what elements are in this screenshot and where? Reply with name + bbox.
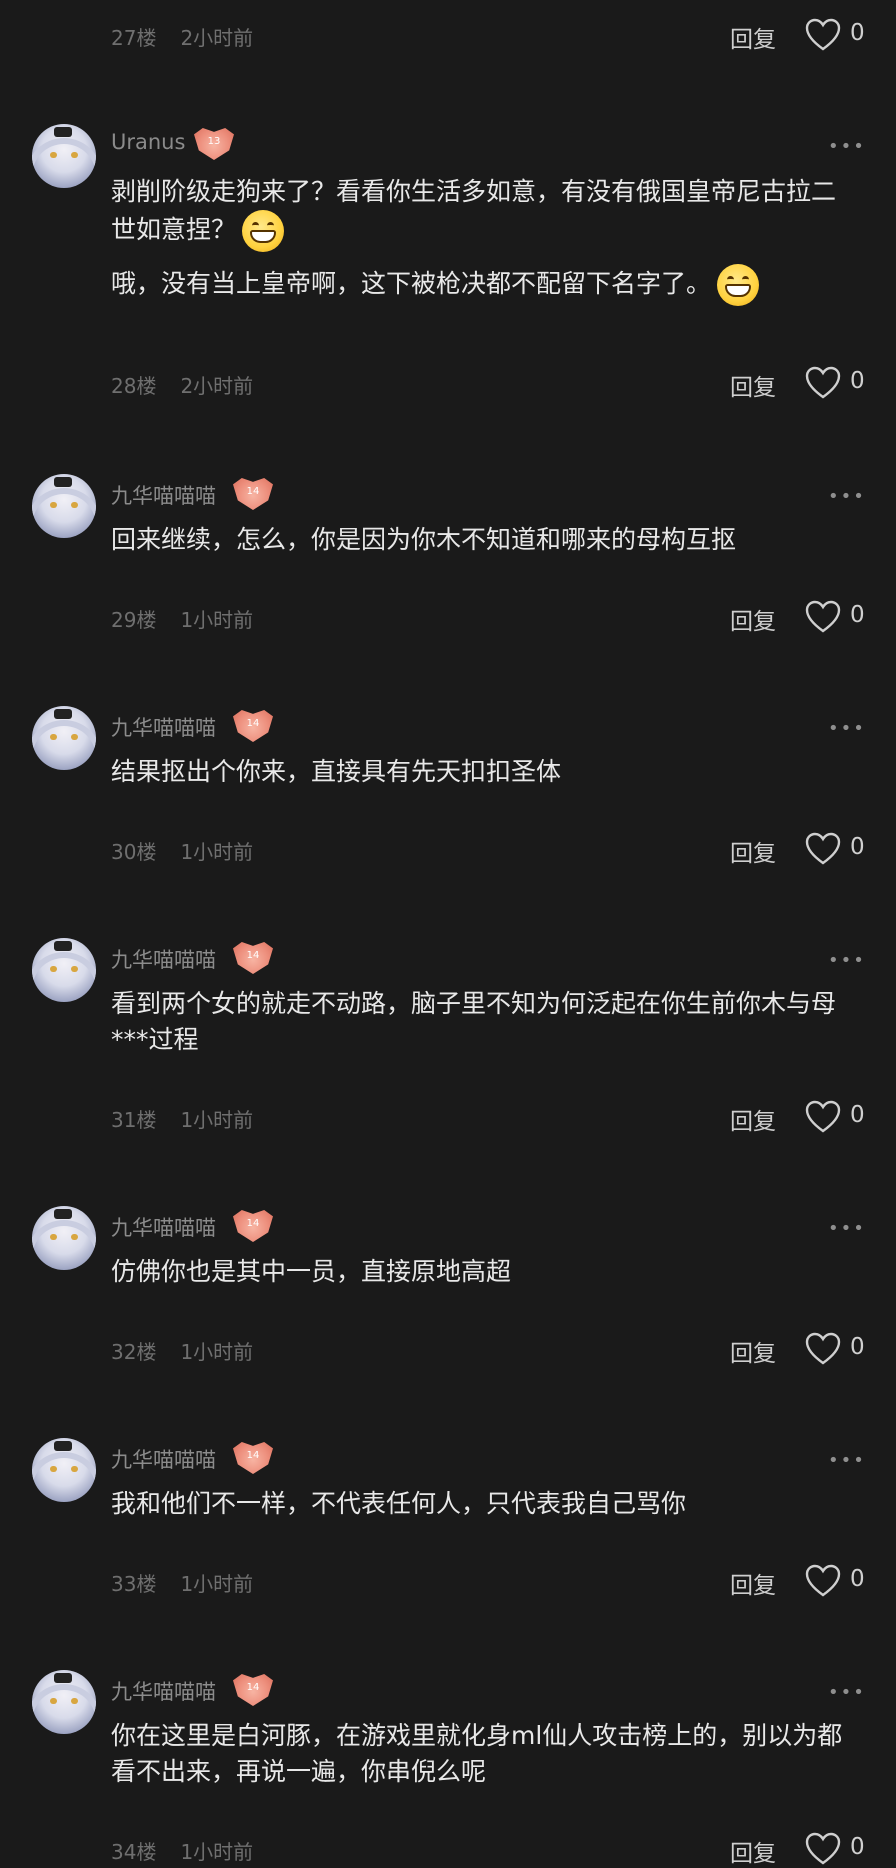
level-badge: 14 [233, 1210, 273, 1242]
comment-meta: 29楼 1小时前 [111, 604, 253, 633]
username[interactable]: 九华喵喵喵 [111, 480, 216, 510]
avatar[interactable] [32, 474, 96, 538]
reply-button[interactable]: 回复 [730, 1102, 776, 1136]
comment-meta: 31楼 1小时前 [111, 1104, 253, 1133]
timestamp: 1小时前 [180, 1840, 254, 1864]
timestamp: 1小时前 [180, 840, 254, 864]
more-options-icon[interactable]: ••• [828, 1218, 866, 1239]
level-badge: 14 [233, 478, 273, 510]
username[interactable]: Uranus [111, 130, 185, 154]
heart-icon[interactable] [805, 18, 841, 52]
level-badge: 14 [233, 710, 273, 742]
reply-button[interactable]: 回复 [730, 20, 776, 54]
floor-number: 28楼 [111, 374, 157, 398]
like-count: 0 [850, 834, 865, 860]
username[interactable]: 九华喵喵喵 [111, 712, 216, 742]
username[interactable]: 九华喵喵喵 [111, 1212, 216, 1242]
reply-button[interactable]: 回复 [730, 368, 776, 402]
more-options-icon[interactable]: ••• [828, 1450, 866, 1471]
username[interactable]: 九华喵喵喵 [111, 1444, 216, 1474]
comment-text: 仿佛你也是其中一员，直接原地高超 [111, 1257, 512, 1286]
heart-icon[interactable] [805, 1100, 841, 1134]
timestamp: 1小时前 [180, 608, 254, 632]
comment-meta: 33楼 1小时前 [111, 1568, 253, 1597]
avatar[interactable] [32, 1438, 96, 1502]
level-badge: 14 [233, 1674, 273, 1706]
avatar[interactable] [32, 706, 96, 770]
timestamp: 1小时前 [180, 1572, 254, 1596]
heart-icon[interactable] [805, 600, 841, 634]
more-options-icon[interactable]: ••• [828, 718, 866, 739]
like-count: 0 [850, 1834, 865, 1860]
avatar[interactable] [32, 1206, 96, 1270]
comment-text: 你在这里是白河豚，在游戏里就化身ml仙人攻击榜上的，别以为都看不出来，再说一遍，… [111, 1721, 843, 1786]
avatar[interactable] [32, 1670, 96, 1734]
heart-icon[interactable] [805, 832, 841, 866]
heart-icon[interactable] [805, 1832, 841, 1866]
timestamp: 2小时前 [180, 26, 254, 50]
level-badge: 14 [233, 942, 273, 974]
timestamp: 1小时前 [180, 1340, 254, 1364]
floor-number: 32楼 [111, 1340, 157, 1364]
comment-meta: 34楼 1小时前 [111, 1836, 253, 1865]
comment-meta: 27楼 2小时前 [111, 22, 253, 51]
reply-button[interactable]: 回复 [730, 834, 776, 868]
username[interactable]: 九华喵喵喵 [111, 1676, 216, 1706]
comment-text: 回来继续，怎么，你是因为你木不知道和哪来的母构互抠 [111, 525, 737, 554]
more-options-icon[interactable]: ••• [828, 950, 866, 971]
more-options-icon[interactable]: ••• [828, 486, 866, 507]
comment-text: 我和他们不一样，不代表任何人，只代表我自己骂你 [111, 1489, 687, 1518]
timestamp: 1小时前 [180, 1108, 254, 1132]
comment-meta: 32楼 1小时前 [111, 1336, 253, 1365]
username[interactable]: 九华喵喵喵 [111, 944, 216, 974]
heart-icon[interactable] [805, 366, 841, 400]
comment-text: 看到两个女的就走不动路，脑子里不知为何泛起在你生前你木与母***过程 [111, 989, 837, 1054]
reply-button[interactable]: 回复 [730, 1834, 776, 1868]
like-count: 0 [850, 368, 865, 394]
reply-button[interactable]: 回复 [730, 1334, 776, 1368]
grin-emoji-icon [717, 264, 760, 306]
like-count: 0 [850, 1102, 865, 1128]
level-badge: 14 [233, 1442, 273, 1474]
level-badge: 13 [194, 128, 234, 160]
comment-text: 结果抠出个你来，直接具有先天扣扣圣体 [111, 757, 562, 786]
comment-line: 剥削阶级走狗来了？看看你生活多如意，有没有俄国皇帝尼古拉二世如意捏？ [111, 177, 837, 244]
avatar[interactable] [32, 124, 96, 188]
like-count: 0 [850, 602, 865, 628]
floor-number: 29楼 [111, 608, 157, 632]
reply-button[interactable]: 回复 [730, 602, 776, 636]
more-options-icon[interactable]: ••• [828, 136, 866, 157]
like-count: 0 [850, 1334, 865, 1360]
heart-icon[interactable] [805, 1564, 841, 1598]
more-options-icon[interactable]: ••• [828, 1682, 866, 1703]
grin-emoji-icon [242, 210, 285, 252]
floor-number: 34楼 [111, 1840, 157, 1864]
like-count: 0 [850, 20, 865, 46]
avatar[interactable] [32, 938, 96, 1002]
timestamp: 2小时前 [180, 374, 254, 398]
comment-meta: 28楼 2小时前 [111, 370, 253, 399]
like-count: 0 [850, 1566, 865, 1592]
comment-text: 剥削阶级走狗来了？看看你生活多如意，有没有俄国皇帝尼古拉二世如意捏？ 哦，没有当… [111, 174, 851, 306]
floor-number: 30楼 [111, 840, 157, 864]
heart-icon[interactable] [805, 1332, 841, 1366]
floor-number: 33楼 [111, 1572, 157, 1596]
reply-button[interactable]: 回复 [730, 1566, 776, 1600]
floor-number: 27楼 [111, 26, 157, 50]
comment-line: 哦，没有当上皇帝啊，这下被枪决都不配留下名字了。 [111, 269, 712, 298]
comment-meta: 30楼 1小时前 [111, 836, 253, 865]
floor-number: 31楼 [111, 1108, 157, 1132]
